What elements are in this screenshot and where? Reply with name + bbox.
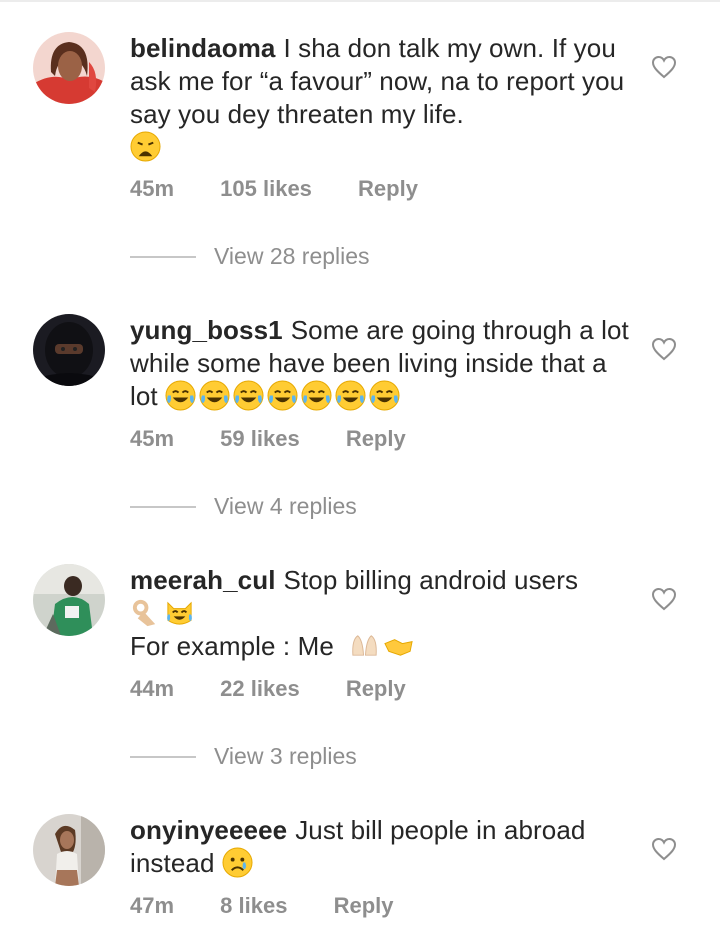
heart-outline-icon[interactable]	[651, 337, 677, 361]
comment-body: meerah_cul Stop billing android users For…	[130, 564, 630, 663]
comment-username[interactable]: belindaoma	[130, 33, 275, 63]
heart-outline-icon[interactable]	[651, 587, 677, 611]
reply-button[interactable]: Reply	[346, 676, 406, 702]
likes-count[interactable]: 59 likes	[220, 426, 300, 452]
comment-body: yung_boss1 Some are going through a lot w…	[130, 314, 630, 413]
comment-body: belindaoma I sha don talk my own. If you …	[130, 32, 630, 164]
tears-of-joy-emoji	[335, 380, 366, 411]
avatar[interactable]	[33, 814, 105, 886]
ok-hand-emoji	[130, 597, 161, 628]
tears-of-joy-emoji	[233, 380, 264, 411]
tears-of-joy-emoji	[369, 380, 400, 411]
crying-face-emoji	[222, 847, 253, 878]
view-replies-link[interactable]: View 4 replies	[130, 493, 357, 523]
tears-of-joy-emoji	[199, 380, 230, 411]
view-replies-label[interactable]: View 3 replies	[214, 743, 357, 769]
top-divider	[0, 0, 720, 2]
tears-of-joy-emoji	[301, 380, 332, 411]
view-replies-label[interactable]: View 4 replies	[214, 493, 357, 519]
tears-of-joy-emoji	[267, 380, 298, 411]
comment-text-line2: For example : Me	[130, 631, 334, 661]
comment-meta: 44m 22 likes Reply	[130, 676, 406, 702]
tears-of-joy-emoji	[165, 380, 196, 411]
comment-time: 44m	[130, 676, 175, 701]
palms-up-emoji	[349, 630, 380, 661]
replies-divider	[130, 255, 196, 258]
heart-outline-icon[interactable]	[651, 55, 677, 79]
comment-time: 47m	[130, 893, 175, 918]
likes-count[interactable]: 22 likes	[220, 676, 300, 702]
weary-face-emoji	[130, 131, 161, 162]
avatar[interactable]	[33, 32, 105, 104]
view-replies-link[interactable]: View 3 replies	[130, 743, 357, 773]
replies-divider	[130, 755, 196, 758]
comment-username[interactable]: meerah_cul	[130, 565, 276, 595]
view-replies-link[interactable]: View 28 replies	[130, 243, 370, 273]
reply-button[interactable]: Reply	[334, 893, 394, 919]
cat-tears-of-joy-emoji	[164, 597, 195, 628]
comment-meta: 47m 8 likes Reply	[130, 893, 394, 919]
avatar[interactable]	[33, 564, 105, 636]
comment-meta: 45m 59 likes Reply	[130, 426, 406, 452]
handshake-emoji	[383, 630, 414, 661]
comment-text: Stop billing android users	[283, 565, 579, 595]
heart-outline-icon[interactable]	[651, 837, 677, 861]
likes-count[interactable]: 8 likes	[220, 893, 287, 919]
comment-time: 45m	[130, 176, 175, 201]
comment-meta: 45m 105 likes Reply	[130, 176, 418, 202]
reply-button[interactable]: Reply	[358, 176, 418, 202]
comment-body: onyinyeeeee Just bill people in abroad in…	[130, 814, 630, 880]
comment-username[interactable]: yung_boss1	[130, 315, 283, 345]
replies-divider	[130, 505, 196, 508]
reply-button[interactable]: Reply	[346, 426, 406, 452]
comment-username[interactable]: onyinyeeeee	[130, 815, 287, 845]
comment-time: 45m	[130, 426, 175, 451]
likes-count[interactable]: 105 likes	[220, 176, 312, 202]
avatar[interactable]	[33, 314, 105, 386]
view-replies-label[interactable]: View 28 replies	[214, 243, 370, 269]
